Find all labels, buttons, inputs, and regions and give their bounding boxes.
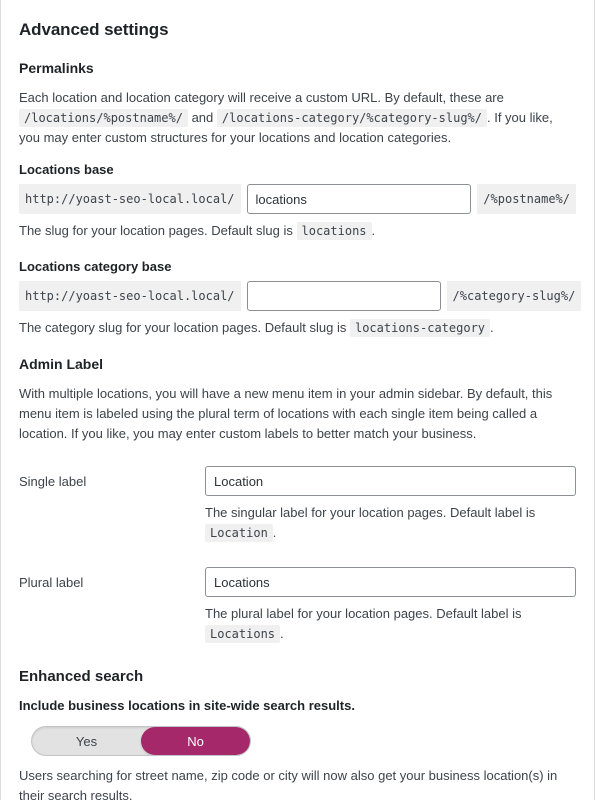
section-heading-enhanced-search: Enhanced search — [19, 668, 144, 685]
locations-base-row: http://yoast-seo-local.local/ /%postname… — [19, 184, 576, 214]
plural-label-desc-part2: . — [280, 626, 284, 641]
locations-category-base-row: http://yoast-seo-local.local/ /%category… — [19, 281, 582, 311]
permalinks-intro-text: Each location and location category will… — [19, 88, 576, 148]
single-label-description: The singular label for your location pag… — [205, 503, 579, 543]
single-label-row: Single label — [19, 466, 576, 496]
locations-category-base-desc-part2: . — [490, 320, 494, 335]
locations-category-base-url-suffix: /%category-slug%/ — [446, 281, 582, 311]
permalinks-intro-part1: Each location and location category will… — [19, 90, 504, 105]
locations-base-url-prefix: http://yoast-seo-local.local/ — [19, 184, 241, 214]
section-heading-admin-label: Admin Label — [19, 356, 104, 372]
locations-category-base-desc-part1: The category slug for your location page… — [19, 320, 347, 335]
locations-category-base-default-code: locations-category — [349, 319, 491, 337]
single-label-desc-part2: . — [272, 525, 277, 540]
locations-category-base-input[interactable] — [246, 281, 441, 311]
single-label-input[interactable] — [205, 466, 576, 496]
page-title: Advanced settings — [19, 20, 169, 39]
plural-label-desc-part1: The plural label for your location pages… — [205, 606, 522, 621]
admin-label-intro-text: With multiple locations, you will have a… — [19, 386, 553, 441]
locations-base-desc-part1: The slug for your location pages. Defaul… — [19, 223, 293, 238]
advanced-settings-panel: Advanced settings Permalinks Each locati… — [0, 0, 595, 800]
locations-base-input[interactable] — [246, 184, 472, 214]
single-label-caption: Single label — [19, 473, 87, 489]
enhanced-search-question: Include business locations in site-wide … — [19, 698, 355, 713]
plural-label-caption: Plural label — [19, 574, 84, 590]
permalink-example-post-code: /locations/%postname%/ — [19, 109, 188, 127]
plural-label-row: Plural label — [19, 567, 576, 597]
plural-label-description: The plural label for your location pages… — [205, 604, 579, 644]
locations-base-default-code: locations — [296, 222, 372, 240]
single-label-default-code: Location — [205, 524, 273, 542]
locations-category-base-label: Locations category base — [19, 259, 172, 274]
locations-base-description: The slug for your location pages. Defaul… — [19, 221, 576, 241]
locations-base-url-suffix: /%postname%/ — [477, 184, 576, 214]
permalink-example-category-code: /locations-category/%category-slug%/ — [216, 109, 487, 127]
permalinks-intro-and: and — [191, 110, 214, 125]
single-label-desc-part1: The singular label for your location pag… — [205, 505, 536, 520]
section-heading-permalinks: Permalinks — [19, 60, 94, 76]
toggle-option-no[interactable]: No — [141, 727, 250, 755]
plural-label-default-code: Locations — [205, 625, 281, 643]
enhanced-search-description: Users searching for street name, zip cod… — [19, 768, 558, 800]
locations-base-label: Locations base — [19, 162, 114, 177]
enhanced-search-toggle[interactable]: Yes No — [31, 726, 251, 756]
plural-label-input[interactable] — [205, 567, 576, 597]
toggle-option-yes[interactable]: Yes — [32, 727, 141, 755]
locations-base-desc-part2: . — [371, 223, 376, 238]
locations-category-base-description: The category slug for your location page… — [19, 318, 576, 338]
locations-category-base-url-prefix: http://yoast-seo-local.local/ — [19, 281, 241, 311]
